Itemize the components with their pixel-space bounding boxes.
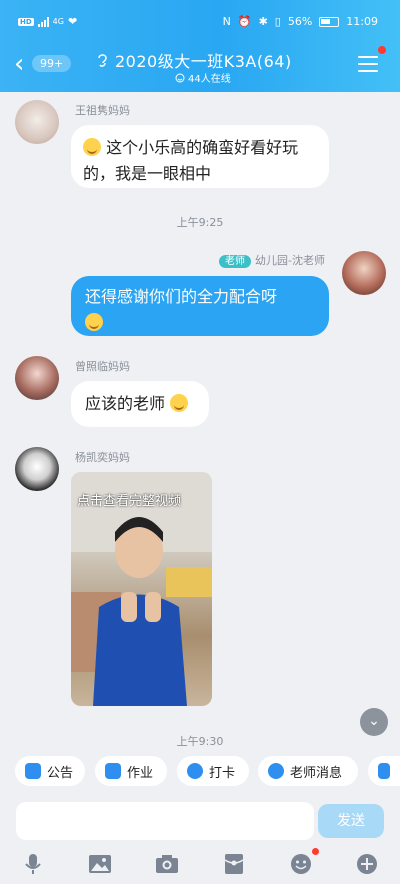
unread-count-badge[interactable]: 99+ xyxy=(32,55,72,72)
notification-dot xyxy=(312,848,319,855)
more-actions-button[interactable] xyxy=(368,756,400,786)
teacher-icon xyxy=(268,763,284,779)
wifi-icon: ❤ xyxy=(67,15,78,28)
message-text: 这个小乐高的确蛮好看好玩的，我是一眼相中 xyxy=(83,138,299,183)
sender-name: 杨凯奕妈妈 xyxy=(75,451,130,464)
hd-badge: HD xyxy=(18,17,34,26)
timestamp: 上午9:25 xyxy=(176,216,224,229)
battery-icon xyxy=(319,16,340,27)
announcement-icon xyxy=(25,763,41,779)
smile-icon xyxy=(175,73,185,82)
message-text: 还得感谢你们的全力配合呀 xyxy=(85,287,278,306)
message-bubble[interactable]: 应该的老师 xyxy=(71,381,209,427)
message-bubble[interactable]: 这个小乐高的确蛮好看好玩的，我是一眼相中 xyxy=(71,125,329,188)
homework-icon xyxy=(105,763,121,779)
video-message[interactable]: 点击查看完整视频 xyxy=(71,472,212,706)
battery-percent: 56% xyxy=(287,15,313,28)
back-button[interactable]: ‹ xyxy=(14,51,24,77)
camera-icon[interactable] xyxy=(154,852,180,876)
nfc-icon: N xyxy=(222,15,231,28)
image-icon[interactable] xyxy=(87,852,113,876)
plus-icon[interactable] xyxy=(354,852,380,876)
signal-icon xyxy=(37,16,49,27)
chat-header: HD 4G ❤ N ⏰ ✱ ▯ 56% 11:09 ‹ 99+ 2020级大一班… xyxy=(0,0,400,92)
status-bar: HD 4G ❤ N ⏰ ✱ ▯ 56% 11:09 xyxy=(0,0,400,36)
check-icon xyxy=(187,763,203,779)
announcement-button[interactable]: 公告 xyxy=(15,756,85,786)
message-input[interactable] xyxy=(16,802,314,840)
notification-dot xyxy=(378,46,386,54)
menu-button[interactable] xyxy=(358,56,378,77)
sender-name: 王祖隽妈妈 xyxy=(75,104,130,117)
video-label: 点击查看完整视频 xyxy=(77,494,182,509)
red-packet-icon[interactable] xyxy=(221,852,247,876)
bluetooth-icon: ✱ xyxy=(258,15,268,28)
alarm-icon: ⏰ xyxy=(237,15,252,28)
online-count: 44人在线 xyxy=(188,74,231,85)
teacher-messages-button[interactable]: 老师消息 xyxy=(258,756,358,786)
vibrate-icon: ▯ xyxy=(274,15,281,28)
sender-name: 曾照临妈妈 xyxy=(75,360,130,373)
mic-icon[interactable] xyxy=(20,852,46,876)
scroll-down-button[interactable]: ⌄ xyxy=(360,708,388,736)
avatar[interactable] xyxy=(15,100,59,144)
online-status: 44人在线 xyxy=(175,70,231,85)
avatar[interactable] xyxy=(15,447,59,491)
network-type: 4G xyxy=(52,17,64,26)
input-row: 发送 xyxy=(0,800,400,842)
hug-emoji-icon xyxy=(85,313,103,331)
smile-emoji-icon xyxy=(170,394,189,412)
teacher-tag: 老师 xyxy=(219,255,252,268)
clock: 11:09 xyxy=(346,15,378,28)
grin-emoji-icon xyxy=(83,138,101,156)
avatar[interactable] xyxy=(342,251,386,295)
timestamp: 上午9:30 xyxy=(176,735,224,748)
message-text: 应该的老师 xyxy=(85,394,166,413)
emoji-icon[interactable] xyxy=(288,852,314,876)
homework-button[interactable]: 作业 xyxy=(95,756,167,786)
sender-name: 老师 幼儿园-沈老师 xyxy=(219,252,325,268)
quick-action-bar: 公告 作业 打卡 老师消息 xyxy=(0,756,400,788)
book-icon xyxy=(378,763,390,779)
message-bubble[interactable]: 还得感谢你们的全力配合呀 xyxy=(71,276,329,336)
check-in-button[interactable]: 打卡 xyxy=(177,756,249,786)
group-title[interactable]: 2020级大一班K3A(64) xyxy=(115,48,292,72)
input-toolbar xyxy=(0,846,400,884)
send-button[interactable]: 发送 xyxy=(318,804,384,838)
ear-icon xyxy=(98,54,107,67)
avatar[interactable] xyxy=(15,356,59,400)
